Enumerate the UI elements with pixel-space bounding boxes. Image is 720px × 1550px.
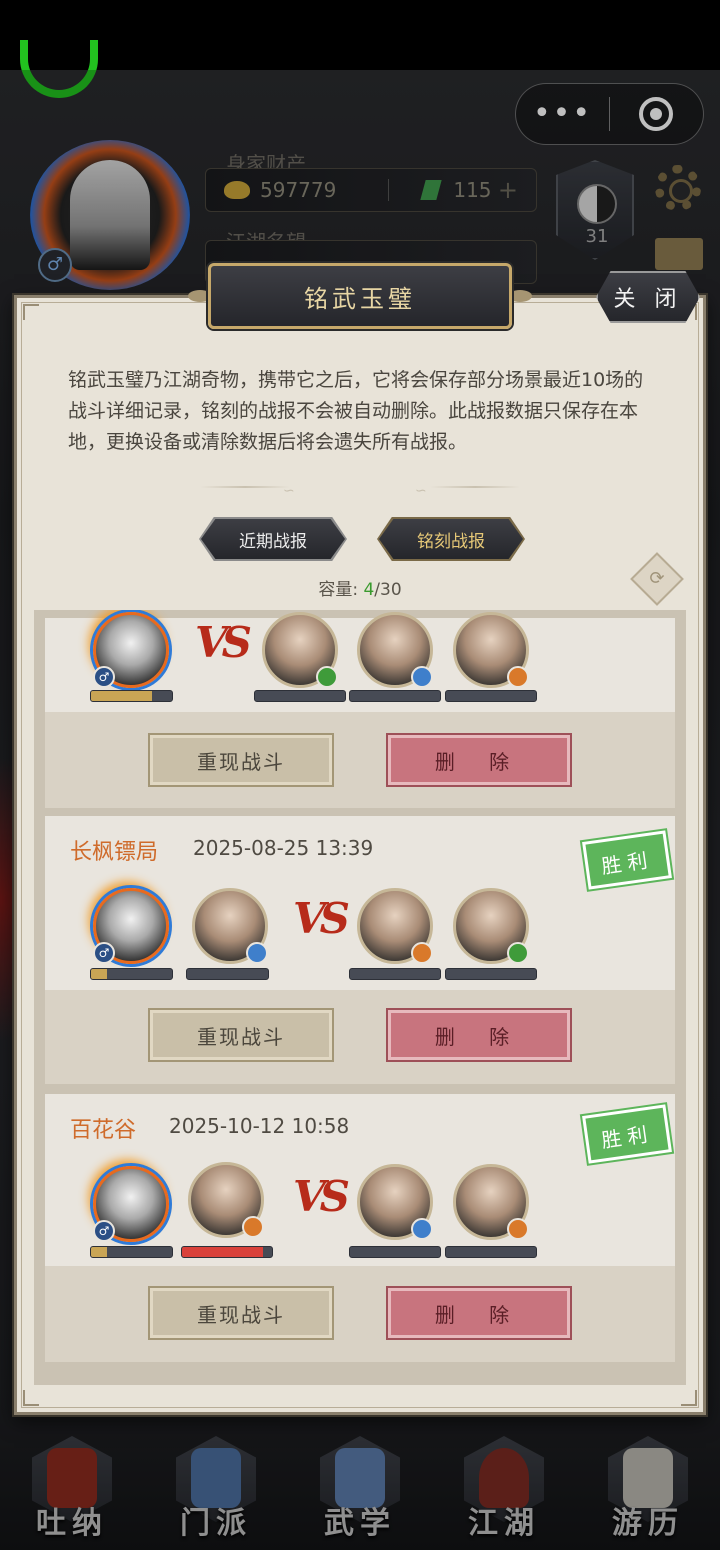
enemy-avatar[interactable] [453,888,529,964]
dialog-description: 铭武玉璧乃江湖奇物，携带它之后，它将会保存部分场景最近10场的战斗详细记录，铭刻… [68,369,644,453]
close-button[interactable]: 关 闭 [596,271,700,323]
weapon-fist-icon [411,942,433,964]
hp-fill [91,691,152,701]
ally-hp-bar [90,690,173,702]
weapon-blade-icon [246,942,268,964]
enemy-avatar[interactable] [357,1164,433,1240]
tab-recent-reports[interactable]: 近期战报 [201,519,345,559]
weapon-blade-icon [411,666,433,688]
weapon-fist-icon [507,666,529,688]
enemy-hp-bar [445,690,537,702]
corner-ornament [23,304,39,320]
battle-record-card: 长枫镖局 2025-08-25 13:39 胜利 ♂ VS 重现战斗 删 除 [45,816,675,1084]
enemy-avatar[interactable] [453,1164,529,1240]
ally-avatar[interactable]: ♂ [93,1166,169,1242]
capacity-used: 4 [363,580,375,600]
hp-fill [91,969,108,979]
dialog-title-plate: 铭武玉璧 [208,263,512,329]
enemy-avatar[interactable] [357,888,433,964]
weapon-fist-icon [507,1218,529,1240]
delete-record-button[interactable]: 删 除 [386,1008,572,1062]
weapon-fist-icon [242,1216,264,1238]
replay-battle-button[interactable]: 重现战斗 [148,1286,334,1340]
victory-stamp: 胜利 [582,830,672,890]
capacity-indicator: 容量: 4/30 [0,575,720,600]
card-action-area: 重现战斗 删 除 [45,1266,675,1362]
delete-record-button[interactable]: 删 除 [386,733,572,787]
refresh-icon: ⟳ [649,568,665,589]
ally-hp-bar [90,968,173,980]
corner-ornament [23,1390,39,1406]
divider-line [430,486,520,488]
ally-avatar[interactable] [188,1162,264,1238]
enemy-avatar[interactable] [262,612,338,688]
enemy-hp-bar [349,1246,441,1258]
enemy-hp-bar [445,968,537,980]
enemy-hp-bar [349,968,441,980]
hp-fill [91,1247,108,1257]
hp-fill [182,1247,263,1257]
enemy-avatar[interactable] [453,612,529,688]
weapon-sword-icon [316,666,338,688]
enemy-hp-bar [349,690,441,702]
battle-time: 2025-08-25 13:39 [193,836,374,860]
ally-hp-bar [90,1246,173,1258]
versus-icon: VS [293,1172,350,1221]
divider-curl: ∽ [283,483,295,499]
male-gender-icon: ♂ [93,942,115,964]
versus-icon: VS [195,618,252,667]
versus-icon: VS [293,894,350,943]
male-gender-icon: ♂ [93,1220,115,1242]
enemy-hp-bar [254,690,346,702]
battle-location: 长枫镖局 [70,840,159,865]
corner-ornament [681,1390,697,1406]
tab-engraved-reports[interactable]: 铭刻战报 [379,519,523,559]
replay-battle-button[interactable]: 重现战斗 [148,1008,334,1062]
ally-avatar[interactable] [192,888,268,964]
battle-record-card: ♂ VS 重现战斗 删 除 [45,612,675,808]
capacity-total: /30 [374,580,402,600]
card-action-area: 重现战斗 删 除 [45,712,675,808]
battle-record-list[interactable]: ♂ VS 重现战斗 删 除 长枫镖局 2025-08-25 13:39 胜利 ♂… [34,610,686,1385]
ally-avatar[interactable]: ♂ [93,888,169,964]
battle-record-card: 百花谷 2025-10-12 10:58 胜利 ♂ VS 重现战斗 删 除 [45,1094,675,1362]
male-gender-icon: ♂ [93,666,115,688]
status-bar [0,0,720,70]
enemy-hp-bar [445,1246,537,1258]
ally-hp-bar [186,968,269,980]
ally-hp-bar [181,1246,273,1258]
ally-avatar[interactable]: ♂ [93,612,169,688]
weapon-blade-icon [411,1218,433,1240]
divider-curl: ∽ [415,483,427,499]
delete-record-button[interactable]: 删 除 [386,1286,572,1340]
enemy-avatar[interactable] [357,612,433,688]
divider-line [200,486,290,488]
battle-location: 百花谷 [70,1118,137,1143]
weapon-sword-icon [507,942,529,964]
capacity-label: 容量: [318,580,359,600]
battle-time: 2025-10-12 10:58 [169,1114,350,1138]
victory-stamp: 胜利 [582,1104,672,1164]
replay-battle-button[interactable]: 重现战斗 [148,733,334,787]
dialog-title: 铭武玉璧 [304,284,416,313]
card-action-area: 重现战斗 删 除 [45,990,675,1084]
